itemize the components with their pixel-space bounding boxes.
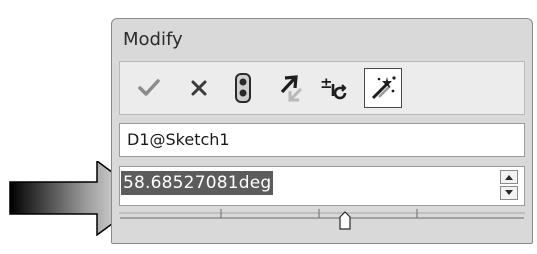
cancel-button[interactable]	[180, 68, 218, 108]
rebuild-icon	[280, 75, 303, 102]
dialog-title: Modify	[123, 29, 183, 50]
traffic-light-icon	[235, 73, 251, 103]
modify-dialog: Modify ± D1@Sketch1 58.68527081deg	[111, 18, 533, 244]
ok-button[interactable]	[130, 68, 168, 108]
spin-up-button[interactable]	[500, 170, 518, 184]
reverse-dimension-button[interactable]: ±	[316, 68, 354, 108]
reverse-dimension-icon: ±	[320, 74, 347, 100]
svg-text:±: ±	[320, 74, 333, 92]
value-spinner	[500, 170, 518, 200]
dimension-name-text: D1@Sketch1	[127, 130, 230, 149]
triangle-up-icon	[505, 175, 513, 180]
dimension-value-input[interactable]: 58.68527081deg	[119, 166, 525, 206]
toolbar: ±	[119, 61, 525, 115]
mark-dimension-button[interactable]	[364, 68, 402, 108]
close-icon	[191, 80, 207, 96]
rebuild-button[interactable]	[224, 68, 262, 108]
checkmark-icon	[138, 79, 160, 96]
regenerate-button[interactable]	[272, 68, 310, 108]
thumbwheel[interactable]	[119, 209, 525, 233]
thumbwheel-handle[interactable]	[339, 211, 351, 230]
spin-down-button[interactable]	[500, 186, 518, 200]
dimension-name-field[interactable]: D1@Sketch1	[119, 123, 525, 157]
dimension-value-text: 58.68527081deg	[121, 171, 274, 195]
triangle-down-icon	[505, 190, 513, 195]
mark-dimension-icon	[371, 76, 396, 100]
